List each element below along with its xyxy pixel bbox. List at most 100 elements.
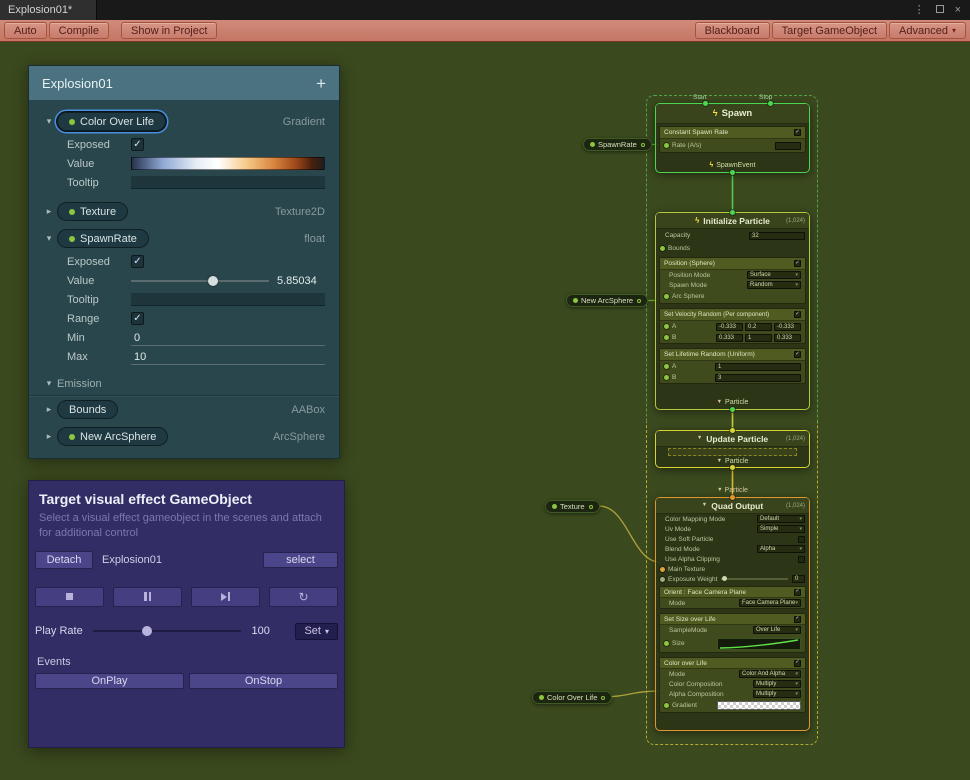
play-rate-value[interactable]: 100 (251, 625, 295, 637)
arc-sphere-port-icon[interactable] (664, 294, 669, 299)
add-parameter-button[interactable]: + (316, 75, 326, 92)
select-button[interactable]: select (263, 552, 338, 568)
min-field[interactable]: 0 (131, 330, 325, 346)
gradient-value-preview[interactable] (131, 157, 325, 170)
color-mapping-dropdown[interactable]: Default ▾ (757, 515, 805, 523)
color-composition-dropdown[interactable]: Multiply ▾ (753, 680, 801, 688)
close-icon[interactable]: × (955, 5, 961, 16)
lifetime-a-field[interactable]: 1 (715, 363, 801, 371)
velocity-b-port-icon[interactable] (664, 335, 669, 340)
set-lifetime-random-block[interactable]: Set Lifetime Random (Uniform) ✓ A 1 B 3 (659, 348, 806, 384)
rate-port-icon[interactable] (664, 143, 669, 148)
quad-output-context-node[interactable]: ▼ Particle ▼ Quad Output (1,024) Color M… (655, 497, 810, 731)
quad-input-port[interactable] (730, 495, 735, 500)
color-over-life-block[interactable]: Color over Life ✓ Mode Color And Alpha ▾… (659, 657, 806, 713)
position-sphere-block[interactable]: Position (Sphere) ✓ Position Mode Surfac… (659, 257, 806, 304)
param-node-new-arcsphere[interactable]: New ArcSphere (566, 294, 648, 307)
restart-button[interactable]: ↻ (269, 587, 338, 607)
show-in-project-button[interactable]: Show in Project (121, 22, 217, 39)
block-enabled-checkbox[interactable]: ✓ (794, 616, 801, 623)
param-node-spawnrate[interactable]: SpawnRate (583, 138, 652, 151)
update-header[interactable]: ▼ Update Particle (1,024) (656, 431, 809, 447)
velocity-b-z-field[interactable]: 0.333 (774, 334, 801, 342)
auto-button[interactable]: Auto (4, 22, 47, 39)
chevron-right-icon[interactable]: ▸ (41, 206, 57, 217)
param-node-color-over-life[interactable]: Color Over Life (532, 691, 612, 704)
constant-spawn-rate-block[interactable]: Constant Spawn Rate ✓ Rate (A/s) (659, 126, 806, 153)
size-curve-preview[interactable] (717, 638, 801, 650)
play-rate-slider[interactable] (93, 630, 241, 632)
exposure-weight-slider[interactable] (721, 578, 788, 580)
slider-thumb[interactable] (142, 626, 152, 636)
velocity-a-z-field[interactable]: -0.333 (774, 323, 801, 331)
block-enabled-checkbox[interactable]: ✓ (794, 129, 801, 136)
set-rate-dropdown[interactable]: Set ▾ (295, 623, 338, 640)
set-size-over-life-block[interactable]: Set Size over Life ✓ SampleMode Over Lif… (659, 613, 806, 653)
value-slider[interactable] (131, 280, 269, 282)
chevron-down-icon[interactable]: ▾ (41, 378, 57, 389)
param-pill-texture[interactable]: Texture (57, 202, 128, 221)
initialize-output-port[interactable] (730, 407, 735, 412)
orient-mode-dropdown[interactable]: Face Camera Plane ▾ (739, 599, 801, 607)
alpha-clipping-checkbox[interactable] (798, 556, 805, 563)
stop-button[interactable] (35, 587, 104, 607)
detach-button[interactable]: Detach (35, 551, 93, 569)
tooltip-input[interactable] (131, 176, 325, 189)
quad-header[interactable]: ▼ Quad Output (1,024) (656, 498, 809, 514)
param-pill-spawnrate[interactable]: SpawnRate (57, 229, 149, 248)
param-pill-bounds[interactable]: Bounds (57, 400, 118, 419)
param-output-port[interactable] (637, 299, 641, 303)
onstop-button[interactable]: OnStop (189, 673, 338, 689)
stop-port[interactable] (768, 101, 773, 106)
color-mode-dropdown[interactable]: Color And Alpha ▾ (739, 670, 801, 678)
category-emission[interactable]: ▾ Emission (29, 372, 339, 396)
onplay-button[interactable]: OnPlay (35, 673, 184, 689)
gradient-preview[interactable] (717, 701, 801, 710)
update-input-port[interactable] (730, 428, 735, 433)
uv-mode-dropdown[interactable]: Simple ▾ (757, 525, 805, 533)
exposure-weight-field[interactable]: 0 (792, 575, 805, 583)
spawn-output-port[interactable] (730, 170, 735, 175)
velocity-a-x-field[interactable]: -0.333 (716, 323, 743, 331)
orient-block[interactable]: Orient : Face Camera Plane ✓ Mode Face C… (659, 586, 806, 609)
chevron-right-icon[interactable]: ▸ (41, 404, 57, 415)
spawn-header[interactable]: ϟ Spawn (656, 104, 809, 124)
pause-button[interactable] (113, 587, 182, 607)
slider-thumb[interactable] (722, 576, 727, 581)
rate-field[interactable] (775, 142, 801, 150)
velocity-b-x-field[interactable]: 0.333 (716, 334, 743, 342)
spawn-context-node[interactable]: Start Stop ϟ Spawn Constant Spawn Rate ✓… (655, 103, 810, 173)
param-node-texture[interactable]: Texture (545, 500, 600, 513)
lifetime-b-port-icon[interactable] (664, 375, 669, 380)
alpha-composition-dropdown[interactable]: Multiply ▾ (753, 690, 801, 698)
chevron-down-icon[interactable]: ▾ (41, 233, 57, 244)
initialize-header[interactable]: ϟ Initialize Particle (1,024) (656, 213, 809, 229)
advanced-dropdown[interactable]: Advanced ▾ (889, 22, 966, 39)
param-output-port[interactable] (589, 505, 593, 509)
block-enabled-checkbox[interactable]: ✓ (794, 351, 801, 358)
chevron-down-icon[interactable]: ▾ (41, 116, 57, 127)
empty-block-dropzone[interactable] (668, 448, 797, 456)
lifetime-a-port-icon[interactable] (664, 364, 669, 369)
blend-mode-dropdown[interactable]: Alpha ▾ (757, 545, 805, 553)
bounds-port-icon[interactable] (660, 246, 665, 251)
velocity-a-port-icon[interactable] (664, 324, 669, 329)
param-output-port[interactable] (601, 696, 605, 700)
menu-icon[interactable]: ⋮ (914, 5, 925, 16)
initialize-input-port[interactable] (730, 210, 735, 215)
gradient-port-icon[interactable] (664, 703, 669, 708)
range-checkbox[interactable]: ✓ (131, 312, 144, 325)
param-output-port[interactable] (641, 143, 645, 147)
soft-particle-checkbox[interactable] (798, 536, 805, 543)
exposed-checkbox[interactable]: ✓ (131, 255, 144, 268)
window-tab[interactable]: Explosion01* (0, 0, 97, 20)
value-field[interactable]: 5.85034 (277, 275, 325, 287)
set-velocity-random-block[interactable]: Set Velocity Random (Per component) ✓ A … (659, 308, 806, 344)
start-port[interactable] (703, 101, 708, 106)
param-pill-color-over-life[interactable]: Color Over Life (57, 112, 166, 131)
velocity-a-y-field[interactable]: 0.2 (745, 323, 772, 331)
sample-mode-dropdown[interactable]: Over Life ▾ (753, 626, 801, 634)
block-enabled-checkbox[interactable]: ✓ (794, 660, 801, 667)
graph-canvas[interactable]: Start Stop ϟ Spawn Constant Spawn Rate ✓… (0, 42, 970, 780)
size-port-icon[interactable] (664, 641, 669, 646)
